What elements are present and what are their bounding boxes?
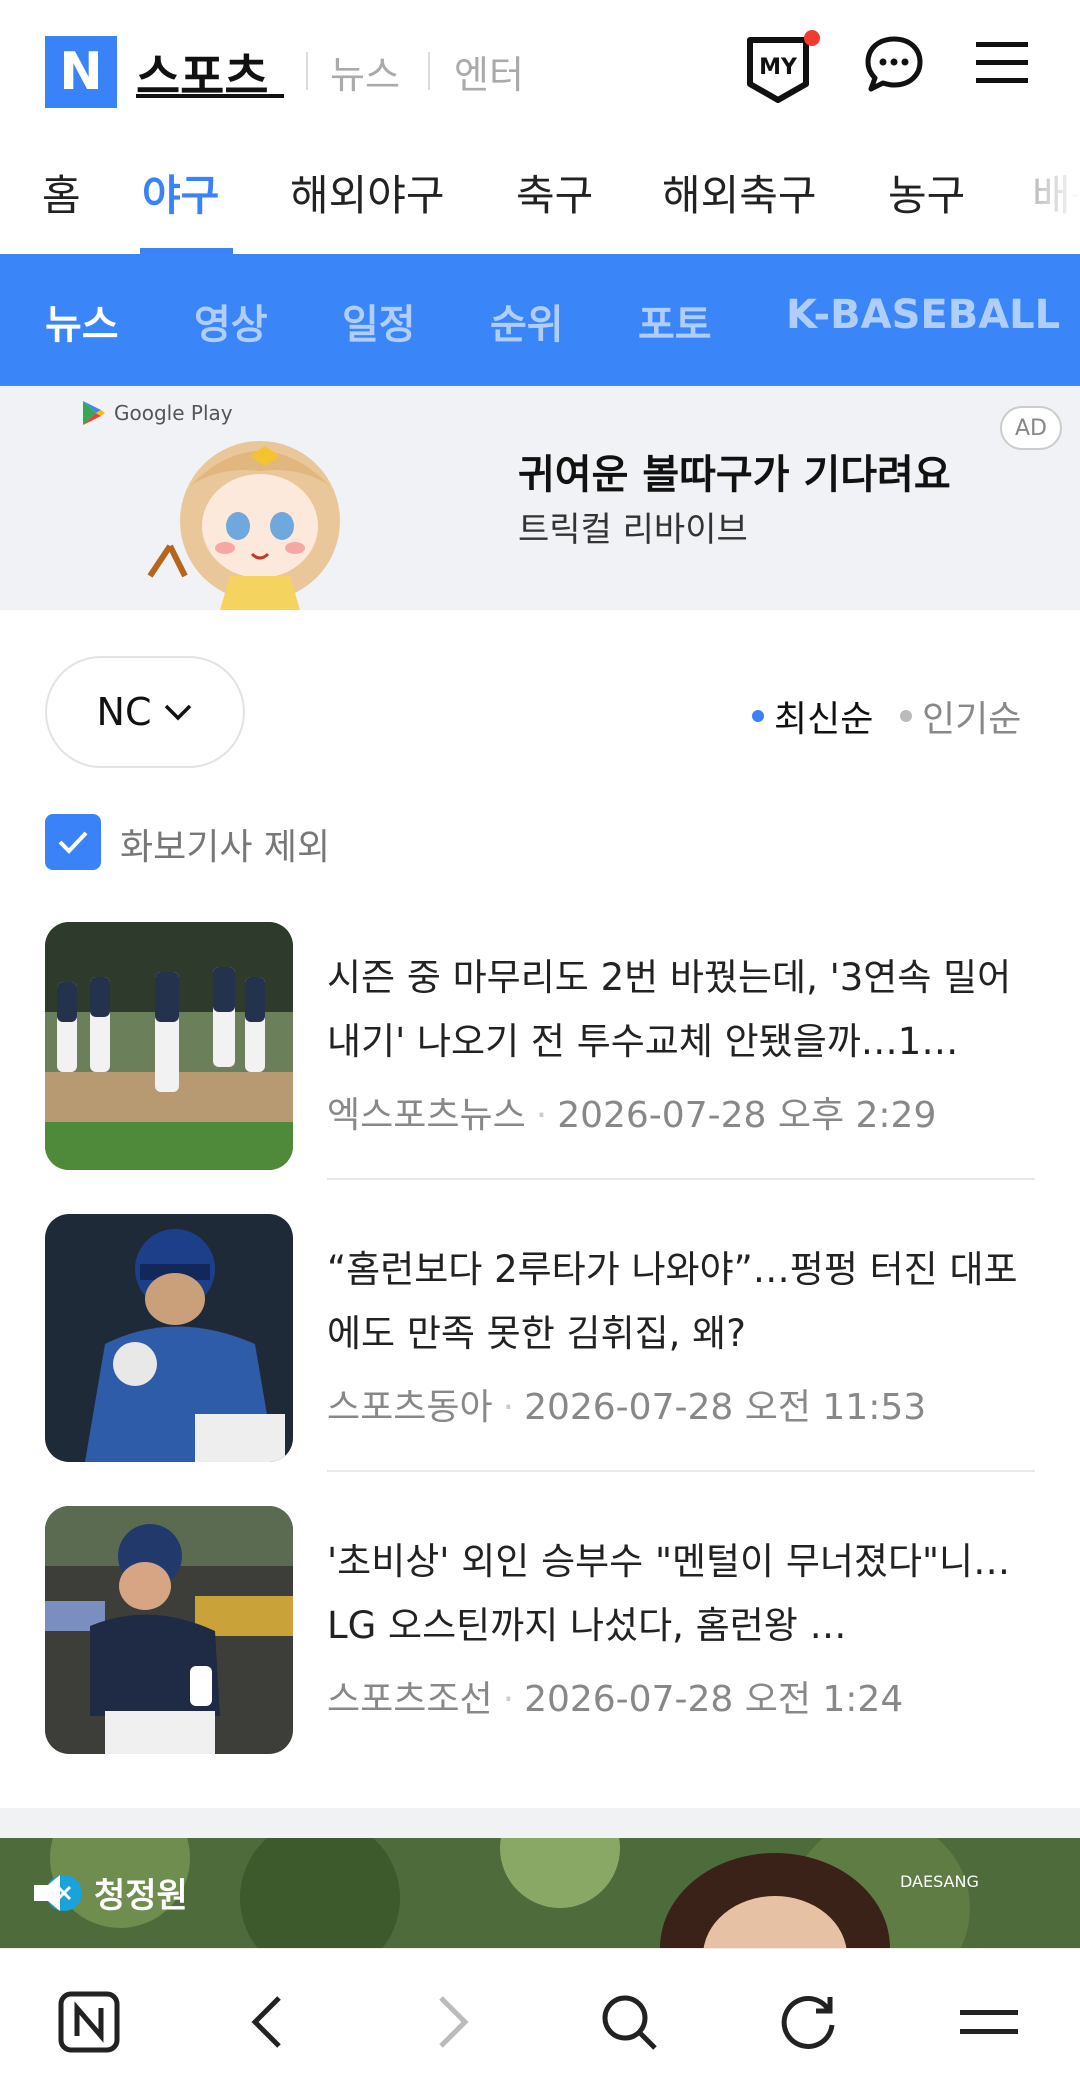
banner-brand-logo: 청정원 bbox=[30, 1868, 188, 1917]
google-play-logo: Google Play bbox=[82, 400, 233, 426]
sub-navigation: 뉴스 영상 일정 순위 포토 K-BASEBALL bbox=[0, 254, 1080, 386]
article-item[interactable]: 시즌 중 마무리도 2번 바꿨는데, '3연속 밀어내기' 나오기 전 투수교체… bbox=[45, 922, 1035, 1170]
tab-fade bbox=[1020, 140, 1080, 254]
article-date: 2026-07-28 오후 2:29 bbox=[557, 1095, 937, 1136]
header-separator bbox=[306, 52, 308, 90]
header-separator bbox=[428, 52, 430, 90]
chungjungone-icon bbox=[34, 1874, 82, 1911]
naver-home-button[interactable] bbox=[54, 1987, 124, 2057]
exclude-photo-label[interactable]: 화보기사 제외 bbox=[120, 818, 330, 870]
article-meta: 스포츠조선 · 2026-07-28 오전 1:24 bbox=[327, 1679, 904, 1720]
google-play-icon bbox=[83, 401, 105, 425]
section-separator bbox=[0, 1808, 1080, 1838]
sort-active-dot bbox=[752, 710, 764, 722]
chevron-left-icon bbox=[251, 1996, 281, 2048]
article-item[interactable]: “홈런보다 2루타가 나와야”…펑펑 터진 대포에도 만족 못한 김휘집, 왜?… bbox=[45, 1214, 1035, 1462]
google-play-label: Google Play bbox=[114, 401, 233, 425]
article-title[interactable]: '초비상' 외인 승부수 "멘털이 무너졌다"니…LG 오스틴까지 나섰다, 홈… bbox=[327, 1530, 1035, 1658]
subtab-ranking[interactable]: 순위 bbox=[490, 292, 564, 350]
article-divider bbox=[327, 1470, 1035, 1472]
tab-soccer[interactable]: 축구 bbox=[516, 162, 593, 223]
refresh-icon bbox=[781, 1995, 835, 2049]
article-thumbnail[interactable] bbox=[45, 1506, 293, 1754]
search-button[interactable] bbox=[594, 1987, 664, 2057]
ad-subtitle: 트릭컬 리바이브 bbox=[518, 510, 748, 550]
promo-banner[interactable]: 청정원 DAESANG bbox=[0, 1838, 1080, 1948]
back-button[interactable] bbox=[232, 1987, 302, 2057]
article-source: 스포츠동아 bbox=[327, 1387, 493, 1428]
ad-badge[interactable]: AD bbox=[1000, 406, 1062, 450]
article-source: 엑스포츠뉴스 bbox=[327, 1095, 526, 1136]
my-icon[interactable]: MY bbox=[744, 30, 820, 106]
tab-overseas-baseball[interactable]: 해외야구 bbox=[290, 162, 445, 223]
hamburger-icon bbox=[960, 2010, 1018, 2034]
tab-overseas-soccer[interactable]: 해외축구 bbox=[662, 162, 817, 223]
my-label: MY bbox=[759, 55, 798, 80]
forward-button[interactable] bbox=[418, 1987, 488, 2057]
cartoon-character-image bbox=[147, 441, 340, 610]
article-title[interactable]: 시즌 중 마무리도 2번 바꿨는데, '3연속 밀어내기' 나오기 전 투수교체… bbox=[327, 946, 1035, 1074]
menu-button[interactable] bbox=[954, 1987, 1024, 2057]
batter-celebration-photo bbox=[45, 1214, 293, 1462]
team-select-dropdown[interactable]: NC bbox=[45, 656, 245, 768]
baseball-mound-photo bbox=[45, 922, 293, 1170]
subtab-schedule[interactable]: 일정 bbox=[342, 292, 416, 350]
naver-logo[interactable]: N bbox=[45, 36, 117, 108]
refresh-button[interactable] bbox=[774, 1987, 844, 2057]
header-link-news[interactable]: 뉴스 bbox=[330, 44, 400, 99]
banner-partner-logo: DAESANG bbox=[900, 1872, 979, 1891]
ad-title: 귀여운 볼따구가 기다려요 bbox=[518, 452, 951, 498]
top-header: N 스포츠 뉴스 엔터 MY bbox=[0, 0, 1080, 140]
article-item[interactable]: '초비상' 외인 승부수 "멘털이 무너졌다"니…LG 오스틴까지 나섰다, 홈… bbox=[45, 1506, 1035, 1754]
subtab-news[interactable]: 뉴스 bbox=[45, 292, 119, 350]
subtab-photo[interactable]: 포토 bbox=[638, 292, 712, 350]
exclude-photo-checkbox[interactable] bbox=[45, 814, 101, 870]
article-date: 2026-07-28 오전 1:24 bbox=[524, 1679, 904, 1720]
chevron-down-icon bbox=[165, 704, 192, 721]
sort-latest[interactable]: 최신순 bbox=[752, 690, 873, 742]
article-title[interactable]: “홈런보다 2루타가 나와야”…펑펑 터진 대포에도 만족 못한 김휘집, 왜? bbox=[327, 1238, 1035, 1366]
sort-popular[interactable]: 인기순 bbox=[900, 690, 1021, 742]
subtab-k-baseball[interactable]: K-BASEBALL bbox=[786, 292, 1060, 338]
team-select-value: NC bbox=[96, 690, 152, 734]
batter-running-photo bbox=[45, 1506, 293, 1754]
article-thumbnail[interactable] bbox=[45, 1214, 293, 1462]
sort-popular-label: 인기순 bbox=[922, 699, 1022, 740]
article-thumbnail[interactable] bbox=[45, 922, 293, 1170]
browser-bottom-bar bbox=[0, 1948, 1080, 2088]
ad-banner[interactable]: Google Play 귀여운 볼따구가 기다려요 트릭컬 리바이브 AD bbox=[0, 386, 1080, 610]
tab-baseball[interactable]: 야구 bbox=[142, 162, 219, 223]
banner-brand-label: 청정원 bbox=[94, 1876, 188, 1916]
chat-icon[interactable] bbox=[864, 34, 924, 94]
chevron-right-icon bbox=[439, 1996, 469, 2048]
tab-basketball[interactable]: 농구 bbox=[888, 162, 965, 223]
menu-icon[interactable] bbox=[974, 38, 1030, 86]
article-divider bbox=[327, 1178, 1035, 1180]
brand-underline bbox=[136, 94, 284, 98]
sort-inactive-dot bbox=[900, 710, 912, 722]
checkmark-icon bbox=[58, 831, 88, 854]
tab-home[interactable]: 홈 bbox=[42, 162, 81, 223]
header-link-entertainment[interactable]: 엔터 bbox=[454, 44, 524, 99]
article-source: 스포츠조선 bbox=[327, 1679, 493, 1720]
article-meta: 엑스포츠뉴스 · 2026-07-28 오후 2:29 bbox=[327, 1095, 937, 1136]
subtab-video[interactable]: 영상 bbox=[194, 292, 268, 350]
n-home-icon bbox=[58, 1991, 120, 2053]
sort-latest-label: 최신순 bbox=[774, 699, 874, 740]
article-meta: 스포츠동아 · 2026-07-28 오전 11:53 bbox=[327, 1387, 927, 1428]
search-icon bbox=[602, 1995, 657, 2050]
category-tabs: 홈 야구 해외야구 축구 해외축구 농구 배구 bbox=[0, 140, 1080, 254]
article-date: 2026-07-28 오전 11:53 bbox=[524, 1387, 927, 1428]
